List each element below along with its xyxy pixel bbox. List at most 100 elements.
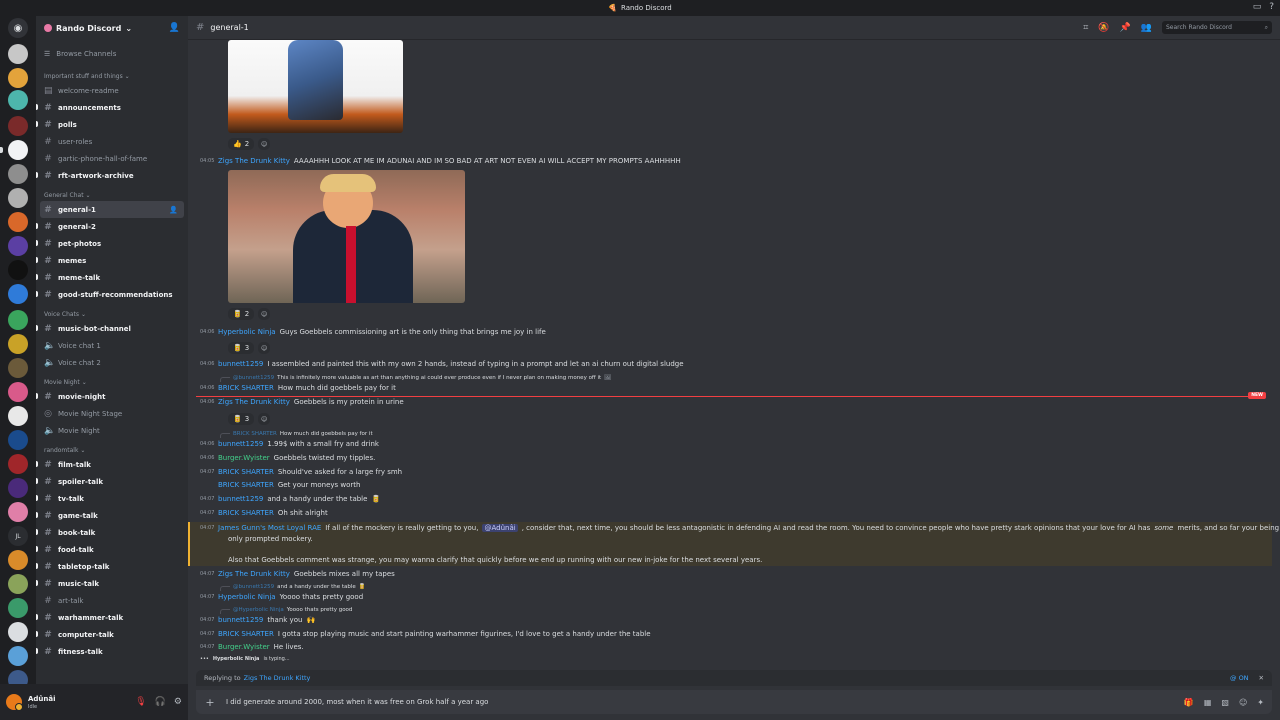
message-author[interactable]: BRICK SHARTER (218, 468, 274, 476)
sticker-icon[interactable]: ▧ (1221, 698, 1229, 707)
server-icon[interactable] (8, 358, 28, 378)
reaction-pill[interactable]: 🥫 3 (228, 342, 255, 354)
reply-target[interactable]: Zigs The Drunk Kitty (244, 674, 311, 682)
category-important[interactable]: Important stuff and things ⌄ (36, 70, 188, 82)
search-input[interactable]: Search Rando Discord ⌕ (1162, 21, 1272, 34)
server-icon[interactable] (8, 188, 28, 208)
message-author[interactable]: Burger.Wyister (218, 643, 270, 651)
browse-channels[interactable]: ☰ Browse Channels (36, 46, 188, 62)
server-icon[interactable]: JL (8, 526, 28, 546)
member-list-icon[interactable]: 👥 (1141, 23, 1152, 33)
message-author[interactable]: Zigs The Drunk Kitty (218, 157, 290, 165)
channel-music[interactable]: # music-talk (36, 575, 188, 592)
gif-icon[interactable]: ▦ (1204, 698, 1212, 707)
server-icon[interactable] (8, 622, 28, 642)
server-icon[interactable] (8, 550, 28, 570)
user-mention[interactable]: @Adûnâi (482, 524, 518, 532)
server-icon[interactable] (8, 68, 28, 88)
server-icon[interactable] (8, 478, 28, 498)
emoji-picker-icon[interactable]: ☺ (1239, 698, 1247, 707)
channel-general-2[interactable]: # general-2 (36, 218, 188, 235)
channel-tv[interactable]: # tv-talk (36, 490, 188, 507)
channel-computer[interactable]: # computer-talk (36, 626, 188, 643)
apps-icon[interactable]: ✦ (1257, 698, 1264, 707)
server-icon[interactable] (8, 334, 28, 354)
message-author[interactable]: BRICK SHARTER (218, 384, 274, 392)
server-icon[interactable] (8, 598, 28, 618)
category-random[interactable]: randomtalk ⌄ (36, 444, 188, 456)
close-icon[interactable]: ✕ (1259, 674, 1264, 682)
channel-meme-talk[interactable]: # meme-talk (36, 269, 188, 286)
gift-icon[interactable]: 🎁 (1184, 698, 1194, 707)
warhammer-figure-image[interactable] (228, 40, 403, 133)
message-author[interactable]: bunnett1259 (218, 440, 263, 448)
channel-tabletop[interactable]: # tabletop-talk (36, 558, 188, 575)
server-icon[interactable] (8, 116, 28, 136)
reaction-pill[interactable]: 🥫 3 (228, 413, 255, 425)
reply-reference[interactable]: @bunnett1259 and a handy under the table… (220, 583, 366, 591)
channel-art[interactable]: # art-talk (36, 592, 188, 609)
message-author[interactable]: BRICK SHARTER (218, 509, 274, 517)
server-icon[interactable] (8, 90, 28, 110)
channel-good-stuff[interactable]: # good-stuff-recommendations (36, 286, 188, 303)
server-icon[interactable] (8, 406, 28, 426)
server-icon[interactable] (8, 284, 28, 304)
help-icon[interactable]: ? (1269, 2, 1274, 12)
message-author[interactable]: Hyperbolic Ninja (218, 593, 276, 601)
channel-polls[interactable]: # polls (36, 116, 188, 133)
server-icon[interactable] (8, 646, 28, 666)
channel-user-roles[interactable]: # user-roles (36, 133, 188, 150)
message-author[interactable]: Zigs The Drunk Kitty (218, 398, 290, 406)
category-voice[interactable]: Voice Chats ⌄ (36, 308, 188, 320)
reply-reference[interactable]: BRICK SHARTER How much did goebbels pay … (220, 430, 373, 438)
server-icon[interactable] (8, 212, 28, 232)
channel-fitness[interactable]: # fitness-talk (36, 643, 188, 660)
server-icon[interactable] (8, 260, 28, 280)
message-author[interactable]: James Gunn's Most Loyal RAE (218, 524, 321, 532)
message-author[interactable]: BRICK SHARTER (218, 630, 274, 638)
server-icon-active[interactable] (8, 140, 28, 160)
message-author[interactable]: Zigs The Drunk Kitty (218, 570, 290, 578)
server-icon[interactable] (8, 382, 28, 402)
mention-toggle[interactable]: @ ON (1230, 674, 1249, 682)
add-attachment-icon[interactable]: + (204, 696, 216, 709)
channel-food[interactable]: # food-talk (36, 541, 188, 558)
channel-voice-2[interactable]: 🔈 Voice chat 2 (36, 354, 188, 371)
pin-icon[interactable]: 📌 (1120, 23, 1131, 33)
message-author[interactable]: bunnett1259 (218, 360, 263, 368)
reply-reference[interactable]: @bunnett1259 This is infinitely more val… (220, 374, 611, 382)
channel-music-bot[interactable]: # music-bot-channel (36, 320, 188, 337)
category-general[interactable]: General Chat ⌄ (36, 189, 188, 201)
server-icon[interactable] (8, 310, 28, 330)
channel-memes[interactable]: # memes (36, 252, 188, 269)
channel-film[interactable]: # film-talk (36, 456, 188, 473)
speaker-gif-image[interactable] (228, 170, 465, 303)
channel-voice-1[interactable]: 🔈 Voice chat 1 (36, 337, 188, 354)
message-author[interactable]: Hyperbolic Ninja (218, 328, 276, 336)
server-icon[interactable] (8, 164, 28, 184)
home-discord-icon[interactable]: ◉ (8, 18, 28, 38)
channel-movie-stage[interactable]: ◎ Movie Night Stage (36, 405, 188, 422)
server-icon[interactable] (8, 574, 28, 594)
channel-game[interactable]: # game-talk (36, 507, 188, 524)
server-icon[interactable] (8, 430, 28, 450)
message-input[interactable]: I did generate around 2000, most when it… (226, 698, 488, 706)
headphones-icon[interactable]: 🎧 (155, 697, 166, 707)
server-icon[interactable] (8, 502, 28, 522)
add-reaction-icon[interactable]: ☺ (258, 138, 271, 150)
channel-announcements[interactable]: # announcements (36, 99, 188, 116)
add-reaction-icon[interactable]: ☺ (258, 413, 271, 425)
notification-bell-icon[interactable]: 🔕 (1098, 23, 1109, 33)
channel-general-1[interactable]: # general-1 👤 (40, 201, 184, 218)
channel-welcome[interactable]: ▤ welcome-readme (36, 82, 188, 99)
avatar[interactable] (6, 694, 23, 711)
reply-reference[interactable]: @Hyperbolic Ninja Yoooo thats pretty goo… (220, 606, 352, 614)
message-author[interactable]: Burger.Wyister (218, 454, 270, 462)
message-author[interactable]: bunnett1259 (218, 495, 263, 503)
server-icon[interactable] (8, 236, 28, 256)
message-author[interactable]: BRICK SHARTER (218, 481, 274, 489)
add-member-icon[interactable]: 👤 (169, 23, 180, 33)
threads-icon[interactable]: ⌗ (1083, 23, 1088, 33)
user-info[interactable]: Adûnâi Idle (28, 695, 56, 710)
reaction-pill[interactable]: 👍 2 (228, 138, 255, 150)
